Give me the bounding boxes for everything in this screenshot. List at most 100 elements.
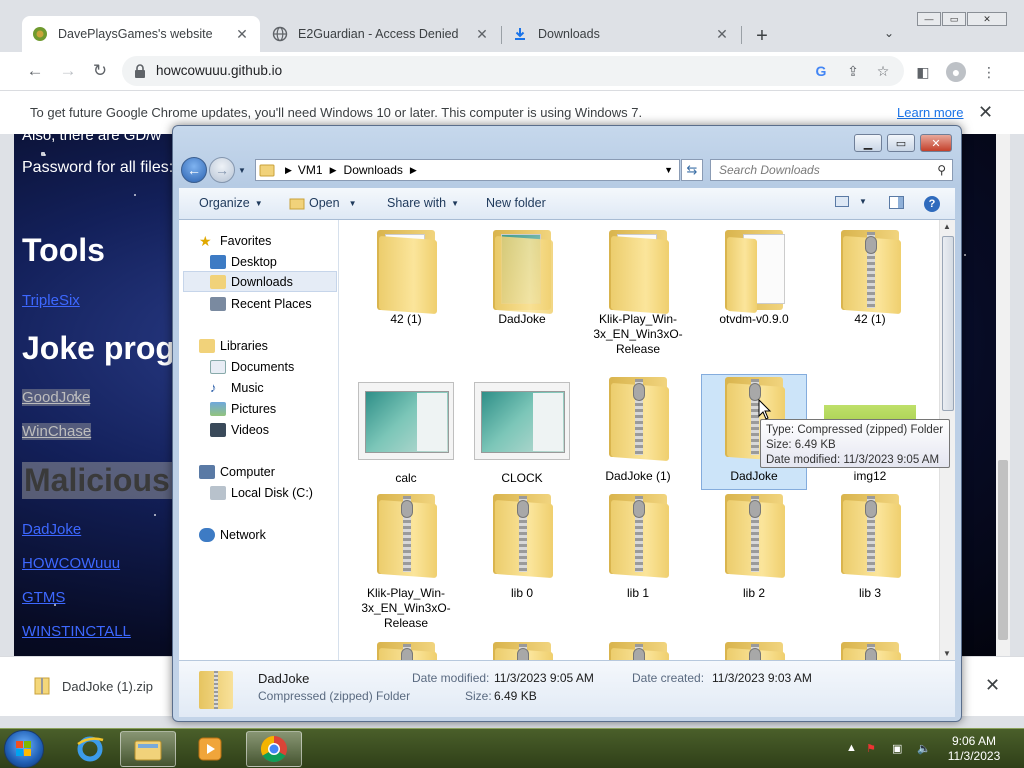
learn-more-link[interactable]: Learn more (897, 105, 963, 120)
file-item-partial[interactable] (469, 640, 575, 660)
file-item[interactable]: 42 (1) (353, 228, 459, 327)
file-item-partial[interactable] (585, 640, 691, 660)
open-button[interactable]: Open ▼ (289, 196, 357, 210)
network-status-icon[interactable]: ▣ (892, 742, 906, 756)
recent-pages-dropdown-icon[interactable]: ▼ (238, 166, 246, 175)
tab-e2guardian[interactable]: E2Guardian - Access Denied ✕ (262, 16, 500, 52)
minimize-button[interactable]: — (917, 12, 941, 26)
page-scrollbar-thumb[interactable] (998, 460, 1008, 640)
google-lens-icon[interactable]: G (812, 62, 830, 80)
file-item[interactable]: lib 0 (469, 492, 575, 601)
close-tab-icon[interactable]: ✕ (474, 26, 490, 42)
organize-button[interactable]: Organize ▼ (199, 196, 263, 210)
refresh-icon[interactable]: ⇆ (681, 159, 703, 181)
download-item[interactable]: DadJoke (1).zip (34, 677, 153, 695)
maximize-button[interactable]: ▭ (942, 12, 966, 26)
search-icon[interactable]: ⚲ (937, 163, 946, 177)
link-howcowuuu[interactable]: HOWCOWuuu (22, 555, 120, 572)
menu-kebab-icon[interactable]: ⋮ (980, 63, 998, 81)
nav-documents[interactable]: Documents (210, 356, 294, 377)
link-triplesix[interactable]: TripleSix (22, 292, 80, 309)
scrollbar-thumb[interactable] (942, 236, 954, 411)
link-goodjoke[interactable]: GoodJoke (22, 389, 91, 406)
file-item[interactable]: lib 3 (817, 492, 923, 601)
help-button[interactable]: ? (924, 196, 940, 212)
file-item[interactable]: otvdm-v0.9.0 (701, 228, 807, 327)
close-tab-icon[interactable]: ✕ (714, 26, 730, 42)
explorer-close-button[interactable]: ✕ (920, 134, 952, 152)
tab-search-icon[interactable]: ⌄ (884, 26, 894, 40)
nav-downloads[interactable]: Downloads (183, 271, 337, 292)
file-item[interactable]: Klik-Play_Win-3x_EN_Win3xO-Release (585, 228, 691, 357)
nav-recent-places[interactable]: Recent Places (210, 293, 312, 314)
media-player-icon[interactable] (182, 731, 238, 767)
nav-computer[interactable]: Computer (199, 461, 275, 482)
tab-downloads[interactable]: Downloads ✕ (502, 16, 740, 52)
file-item[interactable]: Klik-Play_Win-3x_EN_Win3xO-Release (353, 492, 459, 631)
nav-network[interactable]: Network (199, 524, 266, 545)
nav-favorites[interactable]: ★ Favorites (199, 230, 271, 251)
file-item[interactable]: DadJoke (469, 228, 575, 327)
link-gtms[interactable]: GTMS (22, 589, 65, 606)
action-center-icon[interactable]: ⚑ (866, 742, 880, 756)
back-arrow-icon[interactable]: ← (24, 61, 46, 81)
link-winstinctall[interactable]: WINSTINCTALL (22, 623, 131, 640)
nav-libraries[interactable]: Libraries (199, 335, 268, 356)
share-with-button[interactable]: Share with ▼ (387, 196, 459, 210)
file-item[interactable]: lib 1 (585, 492, 691, 601)
back-button-icon[interactable]: ← (181, 157, 207, 183)
explorer-address-bar[interactable]: ▶ VM1 ▶ Downloads ▶ ▼ (255, 159, 680, 181)
search-downloads-input[interactable]: Search Downloads ⚲ (710, 159, 953, 181)
file-item[interactable]: DadJoke (1) (585, 375, 691, 484)
file-item[interactable]: 42 (1) (817, 228, 923, 327)
explorer-maximize-button[interactable]: ▭ (887, 134, 915, 152)
file-item-partial[interactable] (353, 640, 459, 660)
file-item[interactable]: CLOCK (469, 382, 575, 486)
file-item[interactable]: lib 2 (701, 492, 807, 601)
volume-muted-icon[interactable]: 🔈 (917, 742, 931, 756)
nav-music[interactable]: ♪ Music (210, 377, 264, 398)
address-bar[interactable]: howcowuuu.github.io G ⇪ ☆ (122, 56, 904, 86)
forward-button-icon[interactable]: → (209, 157, 235, 183)
side-panel-icon[interactable]: ◧ (914, 63, 932, 81)
file-item-partial[interactable] (817, 640, 923, 660)
address-dropdown-icon[interactable]: ▼ (664, 165, 673, 175)
nav-local-disk[interactable]: Local Disk (C:) (210, 482, 313, 503)
close-tab-icon[interactable]: ✕ (234, 26, 250, 42)
nav-desktop[interactable]: Desktop (210, 251, 277, 272)
explorer-minimize-button[interactable]: ▁ (854, 134, 882, 152)
file-item[interactable]: calc (353, 382, 459, 486)
new-folder-button[interactable]: New folder (486, 196, 546, 210)
show-hidden-icons-icon[interactable]: ▲ (846, 742, 860, 756)
windows-explorer-icon[interactable] (120, 731, 176, 767)
close-window-button[interactable]: ✕ (967, 12, 1007, 26)
bookmark-star-icon[interactable]: ☆ (874, 62, 892, 80)
internet-explorer-icon[interactable] (62, 731, 118, 767)
star-icon: ★ (199, 232, 212, 249)
profile-avatar-icon[interactable]: ● (946, 62, 966, 82)
breadcrumb-arrow-icon[interactable]: ▶ (285, 165, 292, 176)
breadcrumb-downloads[interactable]: Downloads (344, 163, 403, 177)
google-chrome-icon[interactable] (246, 731, 302, 767)
scroll-down-icon[interactable]: ▼ (943, 649, 951, 658)
link-winchase[interactable]: WinChase (22, 423, 92, 440)
breadcrumb-arrow-icon[interactable]: ▶ (410, 165, 417, 176)
tab-daveplaysgames[interactable]: DavePlaysGames's website ✕ (22, 16, 260, 52)
start-button-icon[interactable] (4, 730, 44, 768)
link-dadjoke[interactable]: DadJoke (22, 521, 81, 538)
preview-pane-button[interactable] (889, 196, 904, 209)
nav-pictures[interactable]: Pictures (210, 398, 276, 419)
change-view-button[interactable]: ▼ (835, 196, 867, 207)
reload-icon[interactable]: ↻ (89, 61, 111, 81)
download-shelf-close-icon[interactable]: ✕ (985, 675, 1000, 696)
system-clock[interactable]: 9:06 AM 11/3/2023 (940, 734, 1008, 764)
new-tab-button[interactable]: + (750, 24, 774, 48)
infobar-close-icon[interactable]: ✕ (978, 102, 993, 123)
scroll-up-icon[interactable]: ▲ (943, 222, 951, 231)
file-item-partial[interactable] (701, 640, 807, 660)
share-icon[interactable]: ⇪ (844, 62, 862, 80)
breadcrumb-vm1[interactable]: VM1 (298, 163, 323, 177)
breadcrumb-arrow-icon[interactable]: ▶ (330, 165, 337, 176)
forward-arrow-icon[interactable]: → (57, 61, 79, 81)
nav-videos[interactable]: Videos (210, 419, 269, 440)
